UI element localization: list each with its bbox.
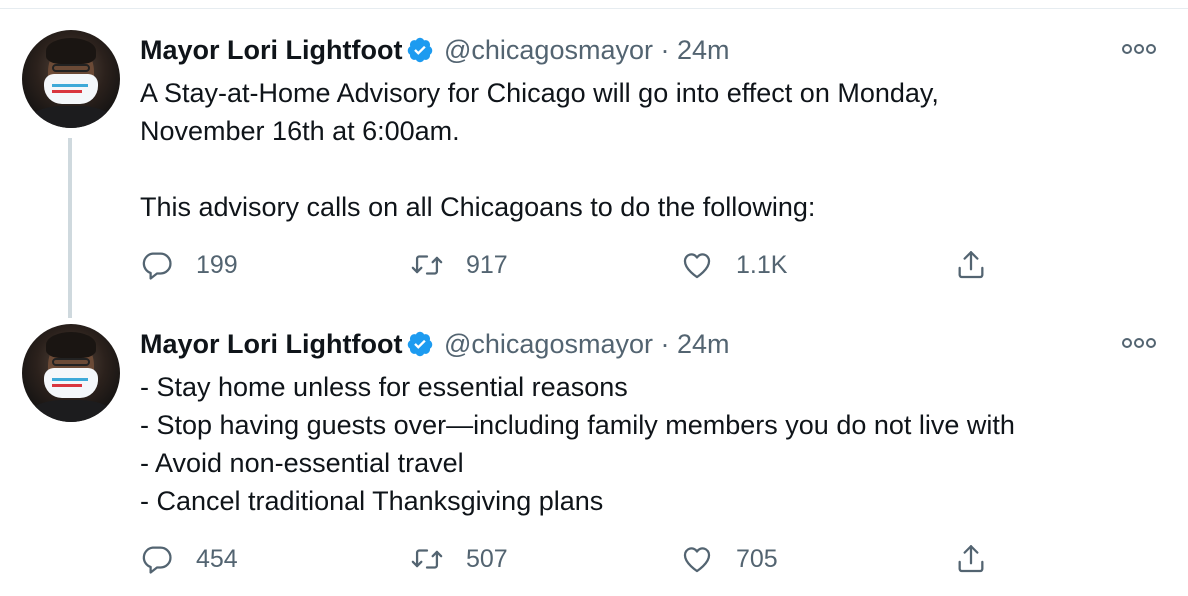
author-name[interactable]: Mayor Lori Lightfoot bbox=[140, 329, 402, 359]
author-name[interactable]: Mayor Lori Lightfoot bbox=[140, 35, 402, 65]
avatar[interactable] bbox=[22, 30, 120, 128]
reply-count: 199 bbox=[196, 250, 238, 279]
tweet-actions: 454 507 705 bbox=[140, 539, 1000, 579]
tweet[interactable]: Mayor Lori Lightfoot @chicagosmayor · 24… bbox=[0, 28, 1188, 318]
reply-button[interactable]: 199 bbox=[140, 245, 238, 285]
heart-icon bbox=[683, 547, 711, 573]
like-count: 1.1K bbox=[736, 250, 788, 279]
retweet-icon bbox=[411, 549, 443, 569]
tweet-timestamp[interactable]: 24m bbox=[677, 35, 730, 65]
reply-icon bbox=[142, 252, 172, 280]
tweet-line: - Stay home unless for essential reasons bbox=[140, 372, 628, 402]
reply-button[interactable]: 454 bbox=[140, 539, 238, 579]
like-count: 705 bbox=[736, 544, 778, 573]
retweet-icon bbox=[411, 255, 443, 275]
tweet-text: - Stay home unless for essential reasons… bbox=[140, 368, 1015, 520]
tweet-line: This advisory calls on all Chicagoans to… bbox=[140, 192, 816, 222]
author-handle[interactable]: @chicagosmayor bbox=[444, 329, 653, 359]
tweet-line: November 16th at 6:00am. bbox=[140, 116, 460, 146]
tweet-actions: 199 917 1.1K bbox=[140, 245, 1000, 285]
separator-dot: · bbox=[660, 329, 670, 359]
tweet-line: - Cancel traditional Thanksgiving plans bbox=[140, 486, 604, 516]
tweet-line: - Avoid non-essential travel bbox=[140, 448, 464, 478]
retweet-button[interactable]: 507 bbox=[410, 539, 508, 579]
separator-dot: · bbox=[660, 35, 670, 65]
tweet[interactable]: Mayor Lori Lightfoot @chicagosmayor · 24… bbox=[0, 322, 1188, 596]
tweet-line: A Stay-at-Home Advisory for Chicago will… bbox=[140, 78, 939, 108]
tweet-text: A Stay-at-Home Advisory for Chicago will… bbox=[140, 74, 939, 226]
retweet-count: 917 bbox=[466, 250, 508, 279]
retweet-count: 507 bbox=[466, 544, 508, 573]
reply-count: 454 bbox=[196, 544, 238, 573]
more-options-icon[interactable] bbox=[1120, 42, 1158, 56]
share-icon bbox=[958, 545, 984, 573]
verified-badge-icon bbox=[406, 330, 434, 365]
verified-badge-icon bbox=[406, 36, 434, 71]
author-handle[interactable]: @chicagosmayor bbox=[444, 35, 653, 65]
share-button[interactable] bbox=[954, 245, 988, 285]
tweet-header: Mayor Lori Lightfoot @chicagosmayor · 24… bbox=[140, 34, 730, 66]
like-button[interactable]: 705 bbox=[680, 539, 778, 579]
like-button[interactable]: 1.1K bbox=[680, 245, 787, 285]
avatar[interactable] bbox=[22, 324, 120, 422]
tweet-line bbox=[140, 150, 939, 188]
reply-icon bbox=[142, 546, 172, 574]
retweet-button[interactable]: 917 bbox=[410, 245, 508, 285]
tweet-header: Mayor Lori Lightfoot @chicagosmayor · 24… bbox=[140, 328, 730, 360]
share-icon bbox=[958, 251, 984, 279]
more-options-icon[interactable] bbox=[1120, 336, 1158, 350]
top-divider bbox=[0, 8, 1188, 9]
heart-icon bbox=[683, 253, 711, 279]
tweet-timestamp[interactable]: 24m bbox=[677, 329, 730, 359]
share-button[interactable] bbox=[954, 539, 988, 579]
tweet-line: - Stop having guests over—including fami… bbox=[140, 410, 1015, 440]
thread-connector bbox=[68, 138, 72, 318]
